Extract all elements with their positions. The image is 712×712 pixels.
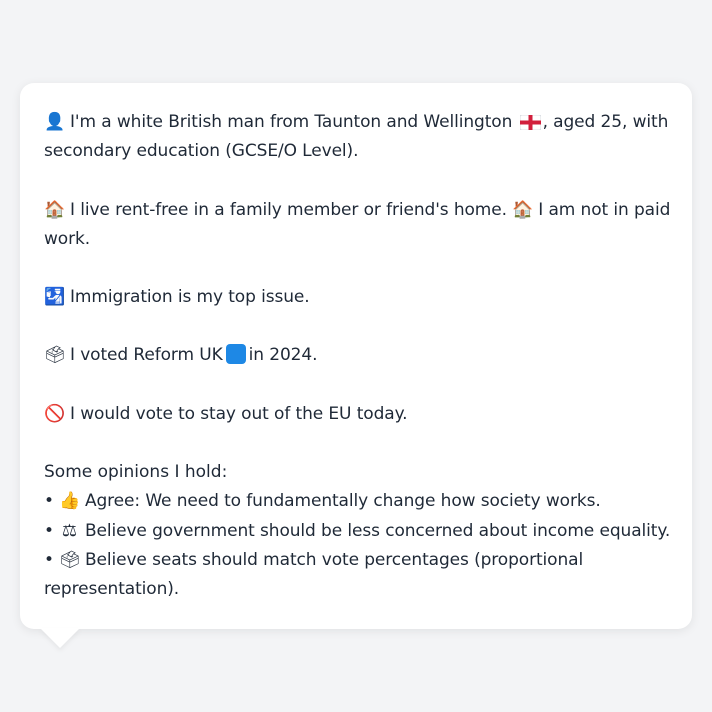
issue-text: Immigration is my top issue. bbox=[70, 287, 310, 308]
house-icon: 🏠 bbox=[512, 199, 534, 220]
opinion-text: Believe government should be less concer… bbox=[84, 520, 671, 541]
opinion-text: Agree: We need to fundamentally change h… bbox=[84, 491, 601, 512]
message-bubble: 👤 I'm a white British man from Taunton an… bbox=[20, 83, 692, 629]
opinions-list: • 👍 Agree: We need to fundamentally change… bbox=[44, 487, 674, 604]
bubble-tail bbox=[40, 628, 80, 648]
bust-in-silhouette-icon: 👤 bbox=[44, 112, 66, 132]
thumbs-up-icon: 👍 bbox=[58, 491, 81, 512]
ballot-box-icon: 🗳 bbox=[44, 345, 66, 366]
opinion-text: Believe seats should match vote percenta… bbox=[44, 549, 584, 600]
list-item: • 👍 Agree: We need to fundamentally change… bbox=[44, 487, 674, 516]
list-item: • 🗳 Believe seats should match vote percen… bbox=[44, 546, 674, 605]
opinions-heading: Some opinions I hold: bbox=[44, 462, 228, 483]
eu-paragraph: 🚫 I would vote to stay out of the EU toda… bbox=[44, 400, 674, 429]
bullet: • bbox=[44, 491, 54, 512]
housing-paragraph: 🏠 I live rent-free in a family member or … bbox=[44, 196, 674, 255]
prohibited-icon: 🚫 bbox=[44, 403, 66, 424]
housing-text: I live rent-free in a family member or f… bbox=[70, 199, 507, 220]
identity-paragraph: 👤 I'm a white British man from Taunton an… bbox=[44, 108, 674, 167]
bullet: • bbox=[44, 520, 54, 541]
england-flag-icon bbox=[519, 115, 541, 130]
passport-control-icon: 🛂 bbox=[44, 287, 66, 308]
eu-text: I would vote to stay out of the EU today… bbox=[70, 403, 408, 424]
vote-paragraph: 🗳 I voted Reform UK in 2024. bbox=[44, 341, 674, 370]
issue-paragraph: 🛂 Immigration is my top issue. bbox=[44, 283, 674, 312]
scales-icon: ⚖ bbox=[61, 520, 77, 541]
party-color-square-icon bbox=[225, 344, 246, 365]
vote-text-continued: in 2024. bbox=[248, 345, 318, 366]
identity-text: I'm a white British man from Taunton and… bbox=[70, 112, 513, 132]
bullet: • bbox=[44, 549, 54, 570]
list-item: • ⚖ Believe government should be less conc… bbox=[44, 517, 674, 546]
house-icon: 🏠 bbox=[44, 199, 66, 220]
vote-text: I voted Reform UK bbox=[70, 345, 223, 366]
ballot-box-icon: 🗳 bbox=[58, 549, 81, 570]
